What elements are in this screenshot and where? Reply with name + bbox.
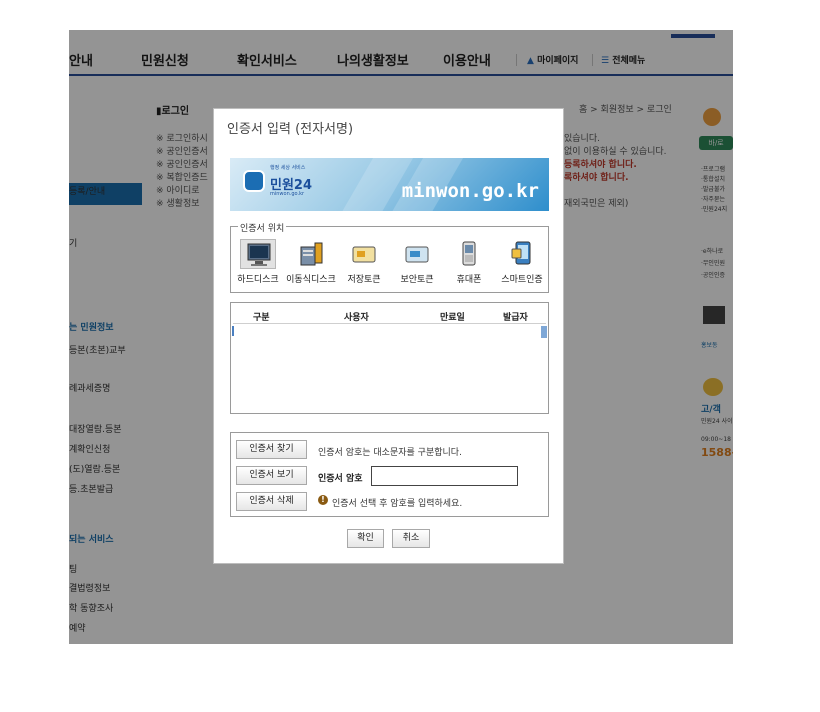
column-header-expiry: 만료일	[440, 313, 465, 323]
minwon24-banner: 행정 세상 서비스 민원24 minwon.go.kr minwon.go.kr	[230, 158, 549, 211]
table-header-divider	[233, 323, 546, 324]
mobile-phone-icon	[451, 239, 487, 269]
location-mobile-phone[interactable]: 휴대폰	[443, 239, 495, 287]
logo-domain: minwon.go.kr	[270, 191, 305, 197]
removable-disk-icon	[293, 239, 329, 269]
column-header-type: 구분	[253, 313, 270, 323]
location-removable-disk[interactable]: 이동식디스크	[285, 239, 337, 287]
location-storage-token[interactable]: 저장토큰	[338, 239, 390, 287]
dialog-title: 인증서 입력 (전자서명)	[227, 122, 354, 137]
location-label: 스마트인증	[501, 275, 543, 285]
column-header-issuer: 발급자	[503, 313, 528, 323]
certificate-list-table[interactable]: 구분 사용자 만료일 발급자	[230, 302, 549, 414]
certificate-actions-group: 인증서 찾기 인증서 보기 인증서 삭제 인증서 암호는 대소문자를 구분합니다…	[230, 432, 549, 517]
case-sensitivity-hint: 인증서 암호는 대소문자를 구분합니다.	[318, 448, 462, 458]
hard-disk-icon	[240, 239, 276, 269]
cancel-button[interactable]: 취소	[392, 529, 430, 548]
delete-certificate-button[interactable]: 인증서 삭제	[236, 492, 307, 511]
column-header-user: 사용자	[344, 313, 369, 323]
select-certificate-hint: 인증서 선택 후 암호를 입력하세요.	[332, 499, 463, 509]
certificate-dialog: 인증서 입력 (전자서명) 행정 세상 서비스 민원24 minwon.go.k…	[213, 108, 564, 564]
password-label: 인증서 암호	[318, 474, 363, 484]
minwon24-logo-icon	[243, 170, 265, 192]
exclamation-icon: !	[318, 495, 328, 505]
certificate-location-group: 인증서 위치 하드디스크 이동식디스크 저장토큰 보안토큰 휴대폰 스마트인증	[230, 221, 549, 293]
scrollbar-thumb[interactable]	[541, 326, 547, 338]
find-certificate-button[interactable]: 인증서 찾기	[236, 440, 307, 459]
confirm-button[interactable]: 확인	[347, 529, 384, 548]
security-token-icon	[399, 239, 435, 269]
location-security-token[interactable]: 보안토큰	[391, 239, 443, 287]
certificate-password-input[interactable]	[371, 466, 518, 486]
location-smart-auth[interactable]: 스마트인증	[496, 239, 548, 287]
view-certificate-button[interactable]: 인증서 보기	[236, 466, 307, 485]
storage-token-icon	[346, 239, 382, 269]
location-hard-disk[interactable]: 하드디스크	[232, 239, 284, 287]
logo-subtitle: 행정 세상 서비스	[270, 165, 306, 171]
smart-auth-icon	[504, 239, 540, 269]
row-cursor	[232, 326, 234, 336]
location-legend: 인증서 위치	[238, 221, 287, 234]
banner-domain: minwon.go.kr	[401, 180, 539, 202]
